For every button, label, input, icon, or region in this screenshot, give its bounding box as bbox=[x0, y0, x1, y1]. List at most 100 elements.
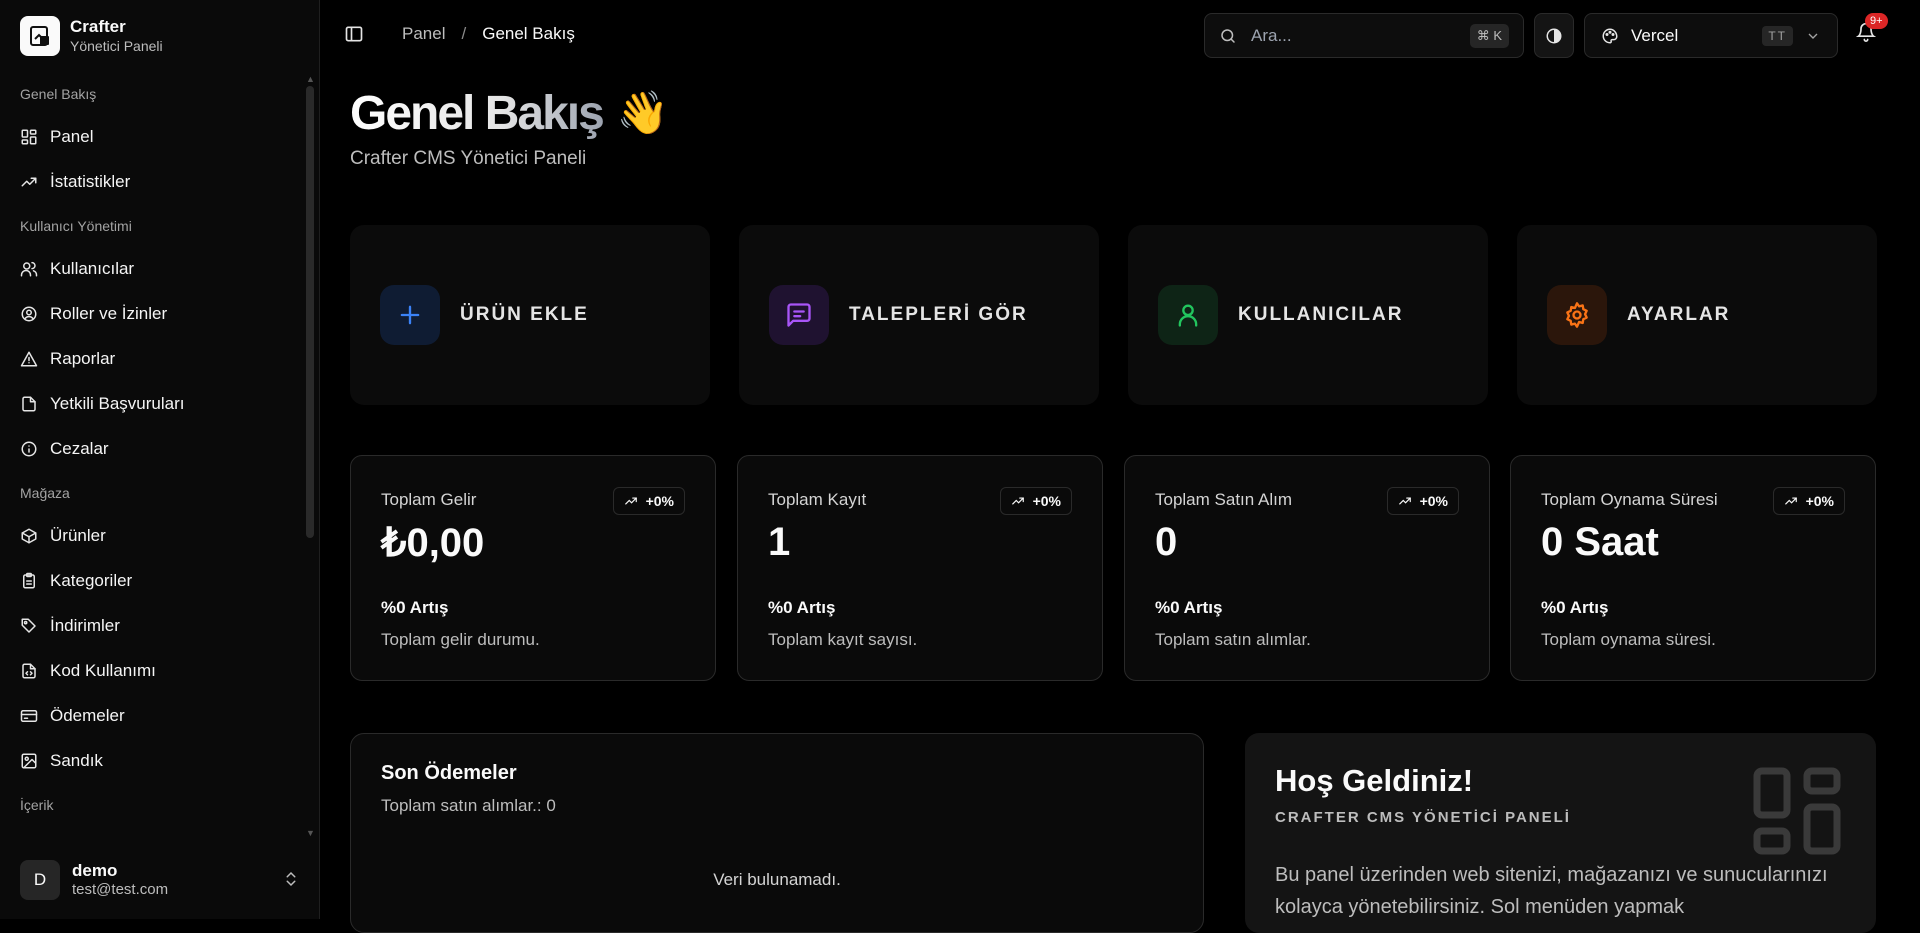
user-name: demo bbox=[72, 861, 118, 880]
sidebar-item-label: Kod Kullanımı bbox=[50, 660, 156, 680]
sidebar-item-cezalar[interactable]: Cezalar bbox=[0, 426, 320, 471]
alert-triangle-icon bbox=[20, 351, 38, 366]
sidebar-item-sand-k[interactable]: Sandık bbox=[0, 738, 320, 783]
sidebar-item-label: Cezalar bbox=[50, 438, 109, 458]
sidebar-item-label: Panel bbox=[50, 126, 94, 146]
sidebar-nav: Genel Bakış Panel İstatistikler Kullanıcı Y… bbox=[0, 72, 320, 844]
welcome-subtitle: CRAFTER CMS YÖNETİCİ PANELİ bbox=[1275, 809, 1571, 826]
brand-title: Crafter bbox=[70, 17, 126, 36]
sidebar-item-panel[interactable]: Panel bbox=[0, 114, 320, 159]
quick-action-label: KULLANICILAR bbox=[1238, 304, 1404, 325]
contrast-icon bbox=[1546, 28, 1562, 43]
sidebar-item-label: Kategoriler bbox=[50, 570, 133, 590]
sidebar-item-roller-ve-i-zinler[interactable]: Roller ve İzinler bbox=[0, 291, 320, 336]
breadcrumb-current: Genel Bakış bbox=[482, 24, 575, 43]
quick-action-icon-box bbox=[380, 285, 440, 345]
quick-action-ayarlar[interactable]: AYARLAR bbox=[1517, 225, 1877, 405]
stat-title: Toplam Satın Alım bbox=[1155, 490, 1293, 509]
file-icon bbox=[22, 396, 36, 411]
theme-toggle-button[interactable] bbox=[1534, 13, 1574, 58]
stat-badge-value: +0% bbox=[1032, 493, 1061, 509]
sidebar-item-label: Ürünler bbox=[50, 525, 106, 545]
sidebar: Crafter Yönetici Paneli Genel Bakış Panel… bbox=[0, 0, 320, 919]
welcome-card: Hoş Geldiniz! CRAFTER CMS YÖNETİCİ PANEL… bbox=[1245, 733, 1876, 933]
empty-state: Veri bulunamadı. bbox=[713, 870, 841, 889]
credit-card-icon bbox=[20, 709, 38, 722]
stat-value: 0 bbox=[1155, 520, 1178, 564]
stat-card: Toplam Gelir +0% ₺0,00 %0 Artış Toplam gelir… bbox=[350, 455, 716, 681]
users-icon bbox=[20, 261, 38, 276]
stat-value: 0 Saat bbox=[1541, 520, 1659, 564]
sidebar-item-label: Roller ve İzinler bbox=[50, 303, 168, 323]
team-selector[interactable]: Vercel TT bbox=[1584, 13, 1838, 58]
user-email: test@test.com bbox=[72, 881, 169, 898]
page-heading: Genel Bakış 👋 bbox=[350, 86, 669, 141]
sidebar-group-label: Mağaza bbox=[20, 485, 70, 501]
scroll-down-arrow-icon[interactable]: ▼ bbox=[306, 828, 315, 838]
stat-title: Toplam Kayıt bbox=[768, 490, 867, 509]
trending-up-icon bbox=[21, 177, 37, 186]
sidebar-item-label: Ödemeler bbox=[50, 705, 125, 725]
sidebar-item-i-ndirimler[interactable]: İndirimler bbox=[0, 603, 320, 648]
stat-badge-value: +0% bbox=[645, 493, 674, 509]
panel-left-icon bbox=[345, 26, 363, 42]
stat-trend: %0 Artış bbox=[1155, 598, 1223, 617]
recent-payments-card: Son Ödemeler Toplam satın alımlar.: 0 Ve… bbox=[350, 733, 1204, 933]
user-menu[interactable]: D demo test@test.com bbox=[20, 856, 300, 904]
breadcrumb: Panel / Genel Bakış bbox=[402, 24, 575, 44]
trend-arrow-icon bbox=[624, 497, 637, 505]
sidebar-item-kullan-c-lar[interactable]: Kullanıcılar bbox=[0, 246, 320, 291]
wave-emoji: 👋 bbox=[616, 89, 670, 136]
chevrons-up-down-icon bbox=[286, 871, 296, 887]
quick-action-label: AYARLAR bbox=[1627, 304, 1731, 325]
dashboard-layout-icon bbox=[1753, 767, 1841, 855]
welcome-body: Bu panel üzerinden web sitenizi, mağazan… bbox=[1275, 864, 1828, 918]
quick-action-kullanicilar[interactable]: KULLANICILAR bbox=[1128, 225, 1488, 405]
team-name: Vercel bbox=[1631, 25, 1679, 45]
sidebar-item-label: Raporlar bbox=[50, 348, 116, 368]
welcome-title: Hoş Geldiniz! bbox=[1275, 763, 1474, 798]
scroll-up-arrow-icon[interactable]: ▲ bbox=[306, 74, 315, 84]
sidebar-scrollbar[interactable] bbox=[306, 86, 314, 538]
quick-action-icon-box bbox=[769, 285, 829, 345]
sidebar-item-u-ru-nler[interactable]: Ürünler bbox=[0, 513, 320, 558]
stat-badge-value: +0% bbox=[1805, 493, 1834, 509]
stat-trend: %0 Artış bbox=[381, 598, 449, 617]
sidebar-item-yetkili-bas-vurular[interactable]: Yetkili Başvuruları bbox=[0, 381, 320, 426]
sidebar-item-o-demeler[interactable]: Ödemeler bbox=[0, 693, 320, 738]
clipboard-icon bbox=[23, 572, 35, 588]
stat-badge: +0% bbox=[612, 487, 685, 515]
quick-action-icon-box bbox=[1547, 285, 1607, 345]
stat-card: Toplam Satın Alım +0% 0 %0 Artış Toplam satı… bbox=[1124, 455, 1490, 681]
sidebar-item-kod-kullan-m[interactable]: Kod Kullanımı bbox=[0, 648, 320, 693]
sidebar-toggle-button[interactable] bbox=[344, 24, 364, 44]
stat-description: Toplam gelir durumu. bbox=[381, 630, 540, 649]
file-code-icon bbox=[22, 663, 36, 678]
stat-value: 1 bbox=[768, 520, 791, 564]
sidebar-item-label: İndirimler bbox=[50, 615, 120, 635]
box-icon bbox=[21, 528, 37, 543]
stat-card: Toplam Oynama Süresi +0% 0 Saat %0 Artış Top… bbox=[1510, 455, 1876, 681]
stat-title: Toplam Gelir bbox=[381, 490, 477, 509]
brand[interactable]: Crafter Yönetici Paneli bbox=[20, 16, 163, 56]
quick-action-talepleri-go-r[interactable]: TALEPLERİ GÖR bbox=[739, 225, 1099, 405]
recent-payments-title: Son Ödemeler bbox=[381, 762, 517, 784]
search-input[interactable]: Ara... ⌘ K bbox=[1204, 13, 1524, 58]
stat-description: Toplam oynama süresi. bbox=[1541, 630, 1716, 649]
user-circle-icon bbox=[21, 306, 37, 321]
sidebar-item-label: İstatistikler bbox=[50, 171, 131, 191]
breadcrumb-panel-link[interactable]: Panel bbox=[402, 24, 445, 44]
sidebar-group-label: Kullanıcı Yönetimi bbox=[20, 218, 132, 234]
team-badge: TT bbox=[1762, 25, 1793, 46]
quick-action-icon-box bbox=[1158, 285, 1218, 345]
shortcut-key: K bbox=[1493, 27, 1502, 43]
palette-icon bbox=[1602, 27, 1618, 44]
quick-action-u-ru-n-ekle[interactable]: ÜRÜN EKLE bbox=[350, 225, 710, 405]
sidebar-item-i-statistikler[interactable]: İstatistikler bbox=[0, 159, 320, 204]
sidebar-item-raporlar[interactable]: Raporlar bbox=[0, 336, 320, 381]
search-shortcut: ⌘ K bbox=[1469, 23, 1509, 48]
stat-title: Toplam Oynama Süresi bbox=[1541, 490, 1718, 509]
sidebar-item-kategoriler[interactable]: Kategoriler bbox=[0, 558, 320, 603]
avatar: D bbox=[20, 860, 60, 900]
stat-description: Toplam kayıt sayısı. bbox=[768, 630, 918, 649]
